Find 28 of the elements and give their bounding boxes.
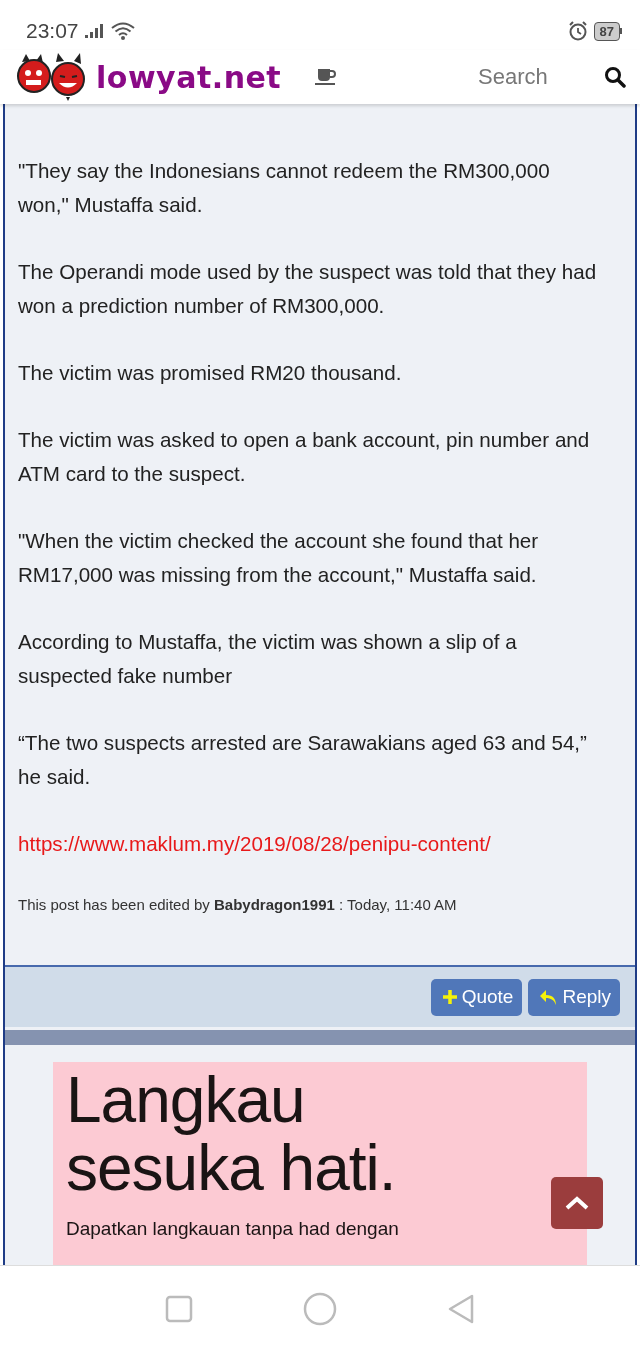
- post-paragraph: The victim was promised RM20 thousand.: [18, 360, 403, 386]
- search-icon[interactable]: [604, 66, 626, 88]
- post-paragraph: The Operandi mode used by the suspect was told that they had won a prediction number of RM300,000.: [18, 259, 598, 319]
- reply-button[interactable]: Reply: [528, 978, 620, 1016]
- chevron-up-icon: [565, 1196, 589, 1210]
- signal-icon: [84, 24, 105, 38]
- ad-banner[interactable]: Langkau sesuka hati. Dapatkan langkauan tanpa had dengan: [53, 1062, 587, 1265]
- coffee-cup-icon[interactable]: [315, 68, 338, 86]
- post-paragraph: "They say the Indonesians cannot redeem the RM300,000 won," Mustaffa said.: [18, 158, 551, 218]
- back-to-top-button[interactable]: [551, 1177, 603, 1229]
- post-paragraph: According to Mustaffa, the victim was shown a slip of a suspected fake number: [18, 629, 518, 689]
- post-paragraph: "When the victim checked the account she found that her RM17,000 was missing from the account," Mustaffa said.: [18, 528, 540, 588]
- post-paragraph: The victim was asked to open a bank account, pin number and ATM card to the suspect.: [18, 427, 591, 487]
- article-link[interactable]: https://www.maklum.my/2019/08/28/penipu-content/: [18, 827, 491, 861]
- site-logo[interactable]: lowyat.net: [96, 59, 282, 95]
- plus-icon: [441, 989, 458, 1005]
- quote-button[interactable]: Quote: [430, 978, 523, 1016]
- wifi-icon: [110, 22, 135, 40]
- clock-time: 23:07: [26, 19, 79, 43]
- alarm-clock-icon: [567, 21, 588, 41]
- devil-faces-logo-icon[interactable]: [14, 52, 86, 102]
- reply-arrow-icon: [539, 988, 559, 1006]
- ad-text: Dapatkan langkauan tanpa had dengan: [66, 1218, 400, 1240]
- search-field[interactable]: Search: [476, 63, 560, 91]
- post-paragraph: “The two suspects arrested are Sarawakians aged 63 and 54,” he said.: [18, 730, 588, 790]
- edit-note: This post has been edited by Babydragon1991 : Today, 11:40 AM: [18, 895, 458, 915]
- ad-headline: Langkau sesuka hati.: [66, 1066, 397, 1202]
- battery-level: 87: [593, 21, 620, 41]
